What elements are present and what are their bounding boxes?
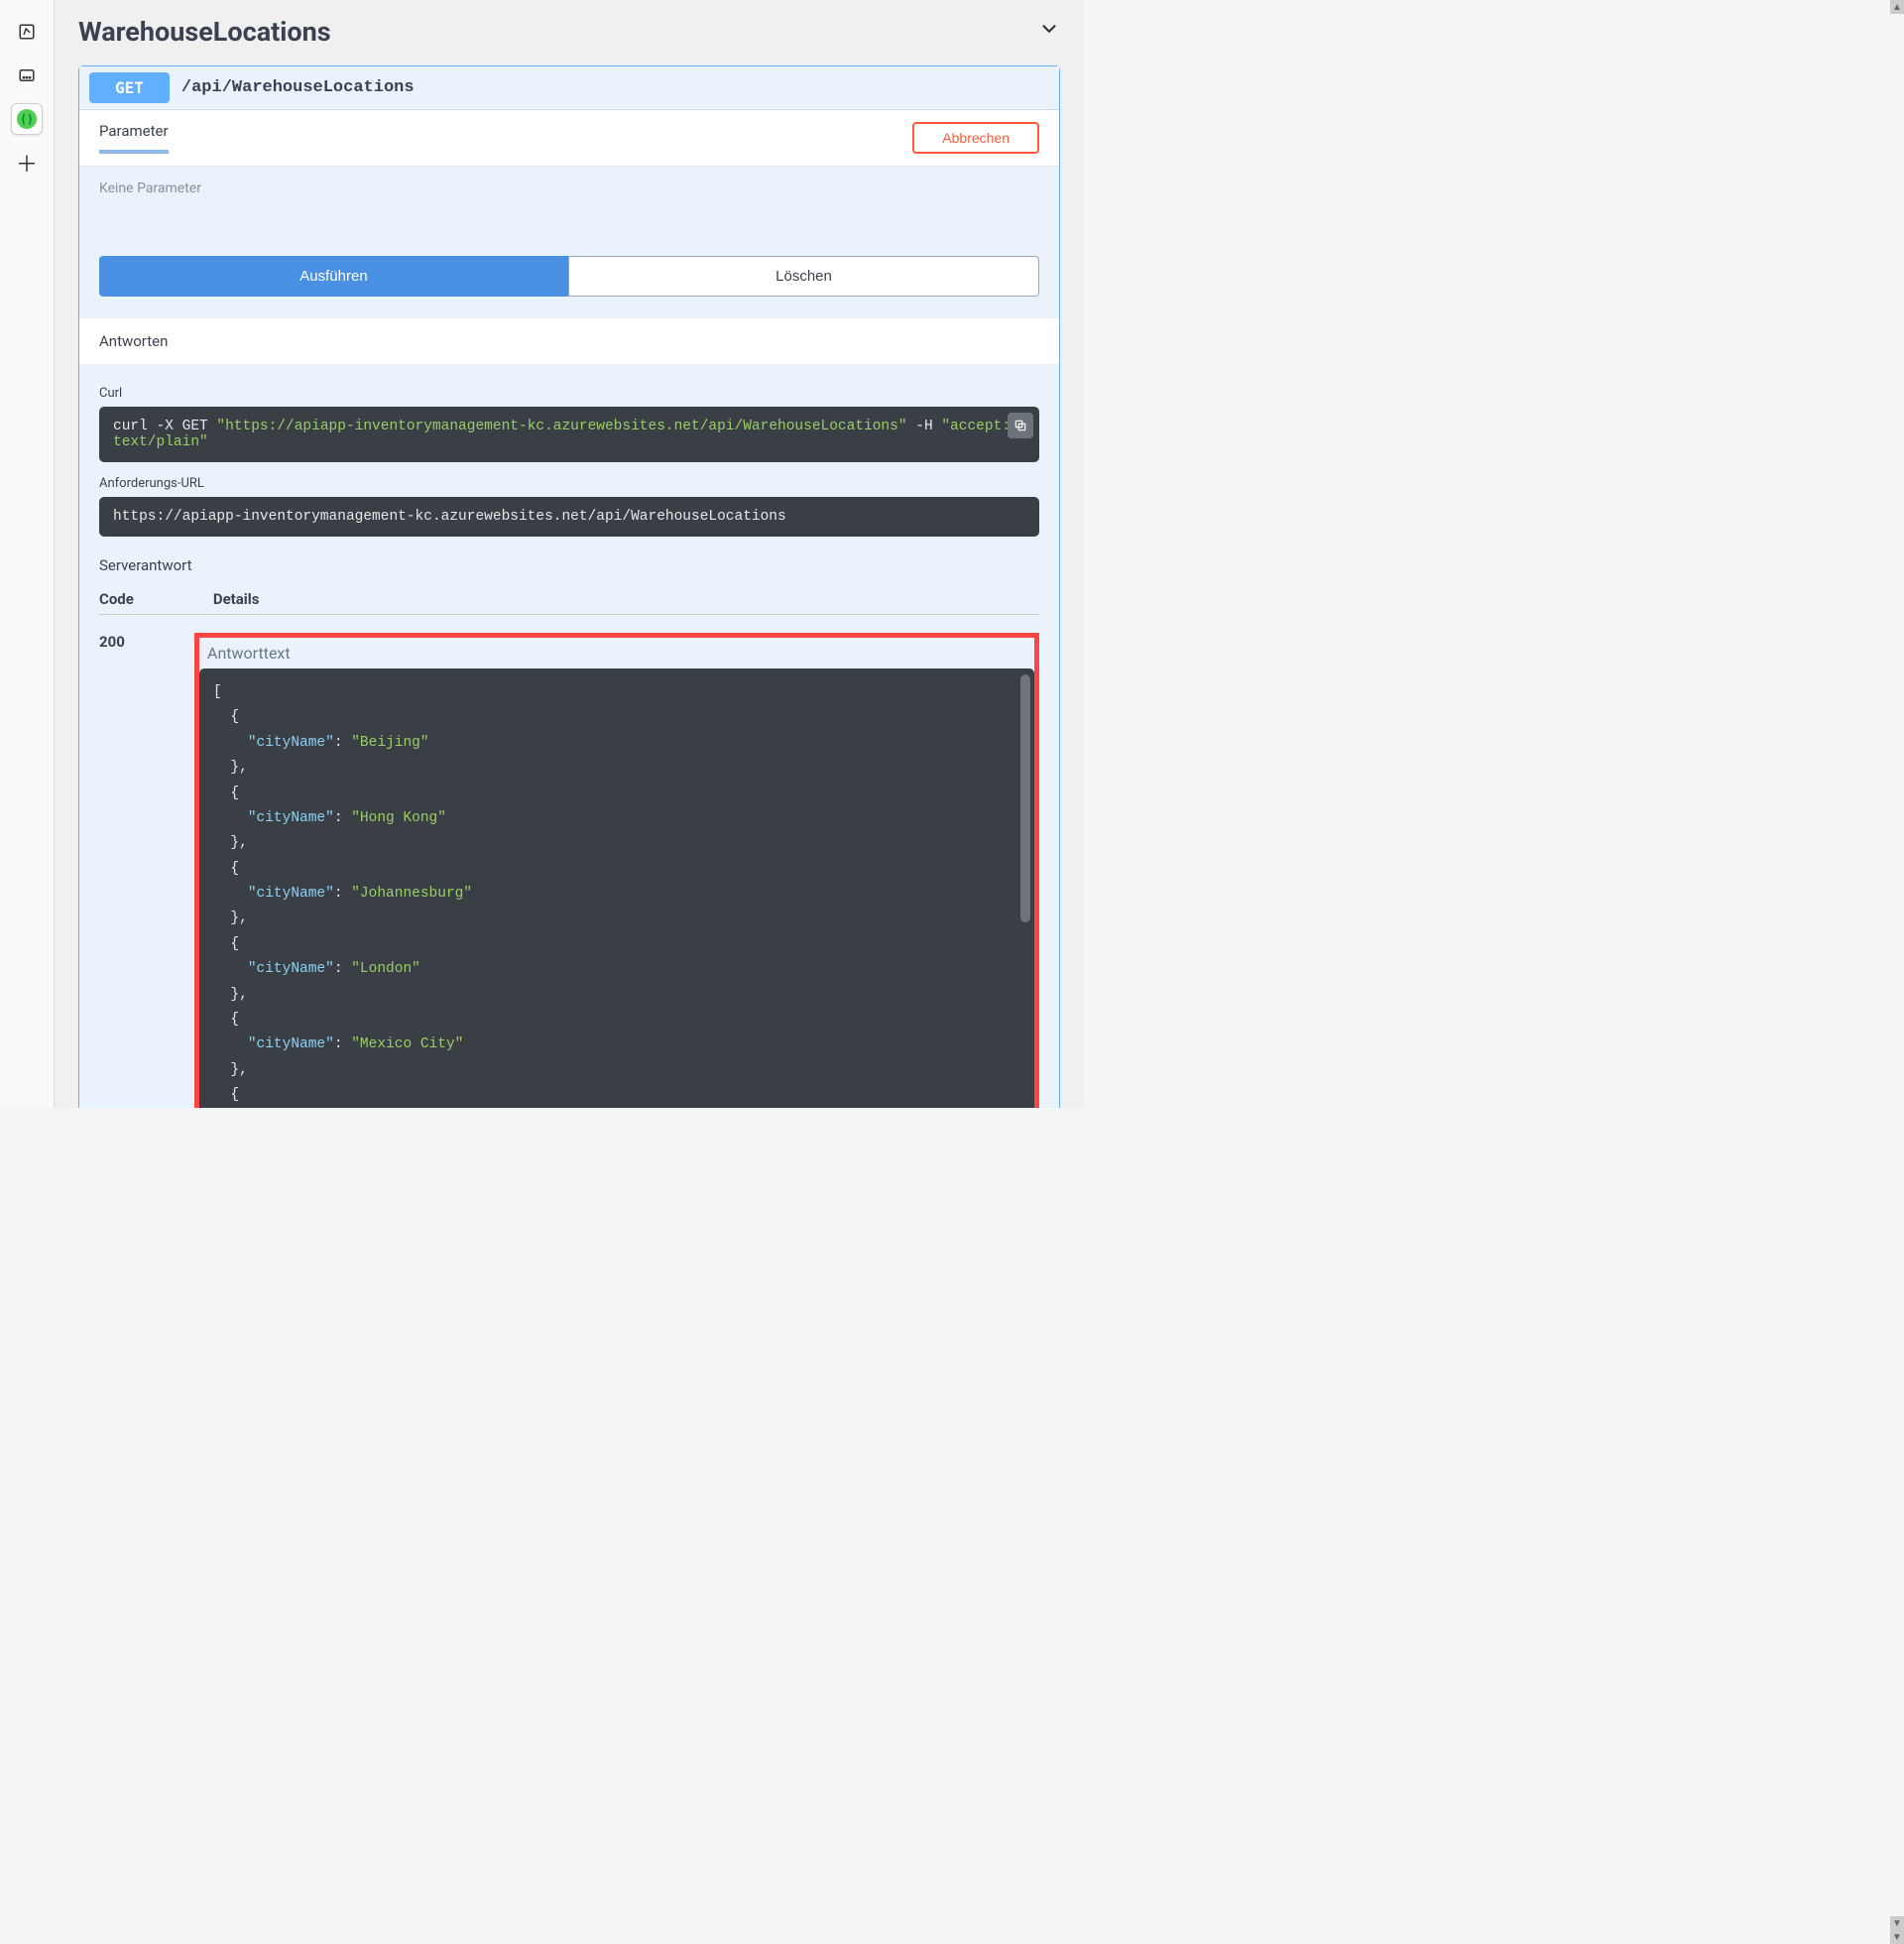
- server-response-label: Serverantwort: [99, 556, 1039, 574]
- rail-item-console[interactable]: [11, 60, 43, 91]
- no-parameters-text: Keine Parameter: [99, 181, 1039, 196]
- execute-button[interactable]: Ausführen: [99, 256, 568, 297]
- chevron-down-icon: [1038, 18, 1060, 46]
- method-badge: GET: [89, 72, 170, 103]
- col-details: Details: [213, 590, 260, 608]
- highlighted-response-box: Antworttext [ { "cityName": "Beijing" },…: [194, 633, 1039, 1108]
- curl-prefix: curl -X GET: [113, 419, 216, 434]
- endpoint-group-header[interactable]: WarehouseLocations: [78, 16, 1060, 48]
- parameters-header: Parameter Abbrechen: [79, 110, 1059, 167]
- response-row: 200 Antworttext [ { "cityName": "Beijing…: [99, 615, 1039, 1108]
- curl-label: Curl: [99, 386, 1039, 401]
- scroll-up-icon[interactable]: ▲: [1890, 0, 1904, 14]
- rail-item-api-active[interactable]: { }: [11, 103, 43, 135]
- request-url-label: Anforderungs-URL: [99, 476, 1039, 491]
- rail-item-explorer[interactable]: [11, 16, 43, 48]
- response-code: 200: [99, 633, 139, 651]
- side-rail: { } ＋: [0, 0, 55, 1108]
- clear-button[interactable]: Löschen: [568, 256, 1039, 297]
- scroll-down-icon[interactable]: ▼: [1890, 1916, 1904, 1930]
- responses-header: Antworten: [79, 318, 1059, 364]
- parameters-tab[interactable]: Parameter: [99, 122, 169, 154]
- response-body-json: [ { "cityName": "Beijing" }, { "cityName…: [199, 668, 1034, 1108]
- cancel-button[interactable]: Abbrechen: [912, 122, 1039, 154]
- operation-summary[interactable]: GET /api/WarehouseLocations: [79, 66, 1059, 110]
- endpoint-group-title: WarehouseLocations: [78, 16, 331, 48]
- json-content: [ { "cityName": "Beijing" }, { "cityName…: [213, 680, 1020, 1108]
- request-url-codeblock: https://apiapp-inventorymanagement-kc.az…: [99, 497, 1039, 537]
- responses-body: Curl curl -X GET "https://apiapp-invento…: [79, 364, 1059, 1108]
- responses-label: Antworten: [99, 332, 168, 350]
- page-scrollbar[interactable]: ▲ ▼ ▼: [1890, 0, 1904, 1944]
- api-badge-icon: { }: [17, 109, 37, 129]
- operation-block: GET /api/WarehouseLocations Parameter Ab…: [78, 65, 1060, 1108]
- main-content: WarehouseLocations GET /api/WarehouseLoc…: [55, 0, 1084, 1108]
- rail-item-add[interactable]: ＋: [11, 147, 43, 179]
- curl-flag: -H: [907, 419, 942, 434]
- curl-url: "https://apiapp-inventorymanagement-kc.a…: [216, 419, 906, 434]
- response-table-head: Code Details: [99, 584, 1039, 615]
- scroll-down2-icon[interactable]: ▼: [1890, 1930, 1904, 1944]
- parameters-body: Keine Parameter Ausführen Löschen: [79, 167, 1059, 318]
- response-body-label: Antworttext: [199, 644, 1034, 663]
- operation-path: /api/WarehouseLocations: [181, 78, 415, 97]
- request-url-text: https://apiapp-inventorymanagement-kc.az…: [113, 509, 786, 525]
- curl-codeblock: curl -X GET "https://apiapp-inventoryman…: [99, 407, 1039, 462]
- copy-curl-button[interactable]: [1008, 413, 1033, 438]
- response-details: Antworttext [ { "cityName": "Beijing" },…: [194, 633, 1039, 1108]
- action-button-row: Ausführen Löschen: [99, 256, 1039, 297]
- col-code: Code: [99, 590, 134, 608]
- json-scrollbar[interactable]: [1020, 674, 1030, 922]
